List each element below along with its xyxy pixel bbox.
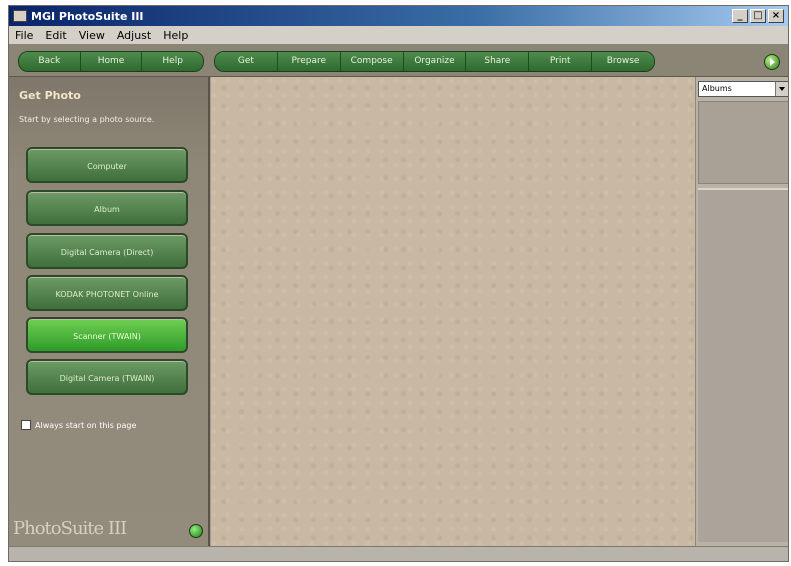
menu-view[interactable]: View xyxy=(73,29,111,42)
menu-help[interactable]: Help xyxy=(157,29,194,42)
help-button[interactable]: Help xyxy=(142,52,203,71)
source-kodak-photonet-button[interactable]: KODAK PHOTONET Online xyxy=(26,275,188,311)
maximize-icon[interactable]: □ xyxy=(750,9,766,23)
menu-adjust[interactable]: Adjust xyxy=(111,29,157,42)
menu-file[interactable]: File xyxy=(9,29,39,42)
always-start-row: Always start on this page xyxy=(21,420,136,430)
album-dropdown-value: Albums xyxy=(702,84,732,93)
source-digital-camera-direct-button[interactable]: Digital Camera (Direct) xyxy=(26,233,188,269)
tab-get[interactable]: Get xyxy=(215,52,278,71)
chevron-down-icon[interactable] xyxy=(775,82,788,96)
panel-subtitle: Start by selecting a photo source. xyxy=(19,115,155,124)
source-scanner-twain-button[interactable]: Scanner (TWAIN) xyxy=(26,317,188,353)
album-lower-area[interactable] xyxy=(698,188,788,542)
back-button[interactable]: Back xyxy=(19,52,81,71)
app-icon[interactable] xyxy=(13,10,27,22)
status-light-icon xyxy=(189,524,203,538)
window-controls: _ □ × xyxy=(732,9,784,23)
album-thumbnail-area[interactable] xyxy=(698,101,788,184)
home-button[interactable]: Home xyxy=(80,52,143,71)
left-panel: Get Photo Start by selecting a photo sou… xyxy=(9,77,210,546)
close-icon[interactable]: × xyxy=(768,9,784,23)
toolbar: Back Home Help Get Prepare Compose Organ… xyxy=(9,44,788,77)
menu-bar: File Edit View Adjust Help xyxy=(9,26,788,44)
nav-button-group: Back Home Help xyxy=(18,51,204,72)
tab-print[interactable]: Print xyxy=(529,52,593,71)
tab-compose[interactable]: Compose xyxy=(340,52,404,71)
tab-organize[interactable]: Organize xyxy=(403,52,467,71)
tab-browse[interactable]: Browse xyxy=(592,52,654,71)
brand-logo: PhotoSuite III xyxy=(13,518,127,539)
minimize-icon[interactable]: _ xyxy=(732,9,748,23)
window-title: MGI PhotoSuite III xyxy=(31,9,144,23)
status-bar xyxy=(9,546,788,561)
tab-prepare[interactable]: Prepare xyxy=(277,52,341,71)
source-digital-camera-twain-button[interactable]: Digital Camera (TWAIN) xyxy=(26,359,188,395)
main-tab-group: Get Prepare Compose Organize Share Print… xyxy=(214,51,655,72)
right-panel: Albums xyxy=(695,77,788,546)
album-dropdown[interactable]: Albums xyxy=(698,81,788,97)
source-computer-button[interactable]: Computer xyxy=(26,147,188,183)
main-canvas[interactable] xyxy=(210,77,696,546)
app-window: MGI PhotoSuite III _ □ × File Edit View … xyxy=(8,5,789,562)
panel-title: Get Photo xyxy=(19,89,81,102)
always-start-label: Always start on this page xyxy=(35,420,137,430)
source-album-button[interactable]: Album xyxy=(26,190,188,226)
menu-edit[interactable]: Edit xyxy=(39,29,72,42)
go-icon[interactable] xyxy=(764,54,780,70)
tab-share[interactable]: Share xyxy=(466,52,530,71)
title-bar[interactable]: MGI PhotoSuite III _ □ × xyxy=(9,6,788,26)
always-start-checkbox[interactable] xyxy=(21,420,31,430)
